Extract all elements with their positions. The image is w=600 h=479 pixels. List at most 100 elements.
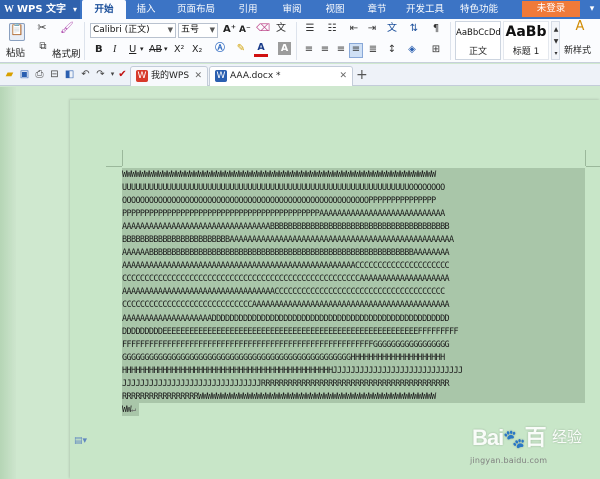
sort-button[interactable]: ⇅ xyxy=(406,23,422,37)
text-line: WWWWWWWWWWWWWWWWWWWWWWWWWWWWWWWWWWWWWWWW… xyxy=(122,168,585,182)
font-color-button[interactable]: A xyxy=(254,42,268,57)
distribute-button[interactable]: ≣ xyxy=(366,44,380,58)
margin-corner xyxy=(106,166,122,167)
paste-button[interactable]: 📋 粘贴 xyxy=(6,21,28,61)
align-center-button[interactable]: ≡ xyxy=(318,44,332,58)
document-icon: W xyxy=(215,70,227,82)
doc-tab-aaa[interactable]: W AAA.docx * ✕ xyxy=(209,66,353,86)
pinyin-button[interactable]: 文 xyxy=(274,23,288,37)
bold-button[interactable]: B xyxy=(95,44,103,55)
strikethrough-button[interactable]: AB xyxy=(149,44,162,55)
clipboard-icon: 📋 xyxy=(9,23,25,41)
paint-bucket-icon: ◈ xyxy=(408,44,416,55)
align-right-button[interactable]: ≡ xyxy=(334,44,348,58)
tab-developer[interactable]: 开发工具 xyxy=(398,0,452,19)
preview-icon[interactable]: ◧ xyxy=(63,68,76,81)
show-marks-button[interactable]: ¶ xyxy=(428,23,444,37)
new-style-button[interactable]: A 新样式 xyxy=(563,20,599,61)
style-heading-1[interactable]: AaBb 标题 1 xyxy=(503,21,549,60)
tab-review[interactable]: 审阅 xyxy=(270,0,314,19)
new-tab-button[interactable]: + xyxy=(356,66,368,84)
tab-references[interactable]: 引用 xyxy=(226,0,270,19)
text-line: AAAAAAAAAAAAAAAAAAAAAAAAAAAAAAAAABBBBBBB… xyxy=(122,220,585,234)
text-line: JJJJJJJJJJJJJJJJJJJJJJJJJJJJJJJRRRRRRRRR… xyxy=(122,376,585,390)
paragraph-mark-icon: ↵ xyxy=(130,403,136,414)
underline-button[interactable]: U xyxy=(129,44,136,55)
borders-button[interactable]: ⊞ xyxy=(428,44,444,58)
quick-access-bar: ▰ ▣ ⎙ ⊟ ◧ ↶ ↷ ▾ ✔ W 我的WPS ✕ W AAA.docx *… xyxy=(0,64,600,86)
chevron-down-icon[interactable]: ▾ xyxy=(164,45,168,53)
new-style-label: 新样式 xyxy=(564,46,592,56)
font-size-select[interactable]: 五号 ▼ xyxy=(178,23,218,38)
print-icon[interactable]: ⎙ xyxy=(33,68,46,81)
menu-more-icon[interactable]: ▾ xyxy=(584,0,600,19)
watermark-logo-tail: 百 xyxy=(524,425,547,450)
shrink-font-button[interactable]: A⁻ xyxy=(239,25,253,39)
line-spacing-button[interactable]: ↕ xyxy=(384,44,400,58)
format-painter-label: 格式刷 xyxy=(52,49,81,60)
tab-sections[interactable]: 章节 xyxy=(356,0,398,19)
increase-indent-button[interactable]: ⇥ xyxy=(364,23,380,37)
chevron-down-icon[interactable]: ▾ xyxy=(140,45,144,53)
text-line: CCCCCCCCCCCCCCCCCCCCCCCCCCCCCCCCCCCCCCCC… xyxy=(122,272,585,286)
tab-special-features[interactable]: 特色功能 xyxy=(452,0,506,19)
pilcrow-icon: ¶ xyxy=(432,23,440,34)
shading-button[interactable]: ◈ xyxy=(404,44,420,58)
chinese-layout-icon: 文 xyxy=(387,23,397,34)
chinese-layout-button[interactable]: 文 xyxy=(384,23,400,37)
tab-insert[interactable]: 插入 xyxy=(126,0,166,19)
italic-button[interactable]: I xyxy=(113,44,116,55)
menu-bar: W WPS 文字 ▾ 开始 插入 页面布局 引用 审阅 视图 章节 开发工具 特色… xyxy=(0,0,600,19)
superscript-button[interactable]: X² xyxy=(174,44,184,55)
line-spacing-icon: ↕ xyxy=(387,44,397,55)
print-preview-icon[interactable]: ⊟ xyxy=(48,68,61,81)
bullet-list-button[interactable]: ☰ xyxy=(302,23,318,37)
paragraph-layout-icon[interactable]: ▤▾ xyxy=(74,436,87,446)
chevron-down-icon: ▼ xyxy=(209,26,215,34)
format-painter-button[interactable]: 🖌 格式刷 xyxy=(52,22,81,62)
grow-font-button[interactable]: A⁺ xyxy=(223,24,237,38)
justify-button[interactable]: ≡ xyxy=(349,43,363,58)
styles-scroll[interactable]: ▲ ▼ ▾ xyxy=(551,21,560,60)
close-icon[interactable]: ✕ xyxy=(194,67,202,85)
check-icon: ✔ xyxy=(118,69,127,80)
font-name-select[interactable]: Calibri (正文) ▼ xyxy=(90,23,176,38)
text-line: AAAAAABBBBBBBBBBBBBBBBBBBBBBBBBBBBBBBBBB… xyxy=(122,246,585,260)
tab-view[interactable]: 视图 xyxy=(314,0,356,19)
copy-icon: ⧉ xyxy=(39,41,47,52)
subscript-button[interactable]: X₂ xyxy=(192,44,202,55)
text-line: RRRRRRRRRRRRRRRRRWWWWWWWWWWWWWWWWWWWWWWW… xyxy=(122,389,585,403)
ribbon-toolbar: 📋 粘贴 ✂ 🖌 格式刷 ⧉ Calibri (正文) ▼ 五号 ▼ A⁺ A⁻… xyxy=(0,19,600,63)
tab-page-layout[interactable]: 页面布局 xyxy=(166,0,226,19)
text-line: DDDDDDDDDEEEEEEEEEEEEEEEEEEEEEEEEEEEEEEE… xyxy=(122,324,585,338)
style-sample: AaBbCcDd xyxy=(456,28,500,38)
indent-icon: ⇥ xyxy=(367,23,377,34)
undo-icon[interactable]: ↶ xyxy=(79,68,92,81)
text-line: HHHHHHHHHHHHHHHHHHHHHHHHHHHHHHHHHHHHHHHH… xyxy=(122,363,585,377)
more-styles-icon: ▾ xyxy=(554,50,558,57)
align-left-button[interactable]: ≡ xyxy=(302,44,316,58)
text-line: AAAAAAAAAAAAAAAAAAAADDDDDDDDDDDDDDDDDDDD… xyxy=(122,311,585,325)
clear-format-button[interactable]: ⌫ xyxy=(256,23,270,37)
save-icon[interactable]: ▣ xyxy=(18,68,31,81)
copy-button[interactable]: ⧉ xyxy=(36,41,50,55)
highlight-button[interactable]: ✎ xyxy=(234,43,248,57)
doc-tab-my-wps[interactable]: W 我的WPS ✕ xyxy=(130,66,208,86)
tab-home[interactable]: 开始 xyxy=(82,0,126,19)
text-effects-button[interactable]: Ⓐ xyxy=(213,43,227,57)
text-line: CCCCCCCCCCCCCCCCCCCCCCCCCCCCCAAAAAAAAAAA… xyxy=(122,298,585,312)
text-line: OOOOOOOOOOOOOOOOOOOOOOOOOOOOOOOOOOOOOOOO… xyxy=(122,194,585,208)
numbered-list-icon: ☷ xyxy=(327,23,337,34)
numbered-list-button[interactable]: ☷ xyxy=(324,23,340,37)
open-folder-icon[interactable]: ▰ xyxy=(3,68,16,81)
style-name: 标题 1 xyxy=(512,47,540,57)
margin-corner xyxy=(586,166,600,167)
style-normal[interactable]: AaBbCcDd 正文 xyxy=(455,21,501,60)
decrease-indent-button[interactable]: ⇤ xyxy=(346,23,362,37)
cut-button[interactable]: ✂ xyxy=(35,22,49,36)
app-menu-button[interactable]: W WPS 文字 ▾ xyxy=(0,0,80,19)
document-body[interactable]: WWWWWWWWWWWWWWWWWWWWWWWWWWWWWWWWWWWWWWWW… xyxy=(122,168,585,420)
close-icon[interactable]: ✕ xyxy=(339,67,347,85)
login-button[interactable]: 未登录 xyxy=(522,1,580,17)
char-shading-button[interactable]: A xyxy=(278,42,291,55)
